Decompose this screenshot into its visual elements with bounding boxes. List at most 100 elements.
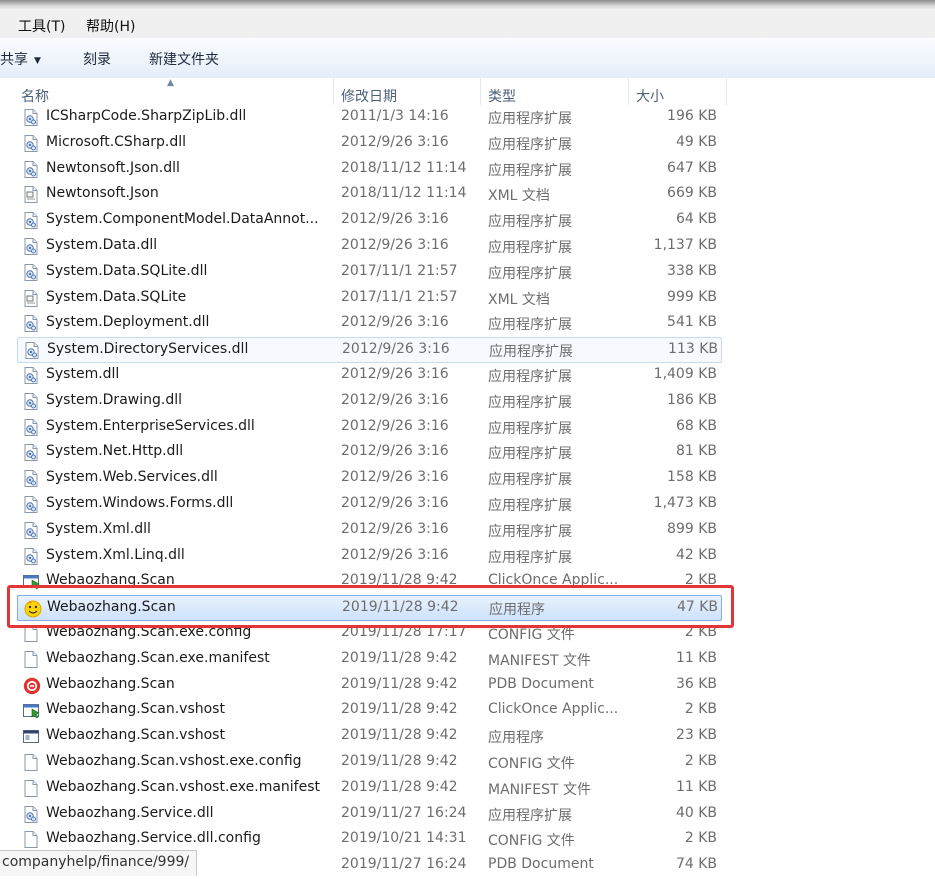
file-row[interactable]: System.Xml.Linq.dll 2012/9/26 3:16 应用程序扩展 4… xyxy=(17,544,722,570)
file-name: System.Data.dll xyxy=(46,237,158,253)
file-row[interactable]: Webaozhang.Service.dll 2019/11/27 16:24 应用… xyxy=(17,802,722,828)
dll-icon xyxy=(23,263,39,281)
dll-icon xyxy=(23,470,39,488)
file-size: 1,137 KB xyxy=(653,237,717,253)
file-icon xyxy=(23,831,39,849)
file-date: 2019/11/28 9:42 xyxy=(341,727,458,744)
column-size[interactable]: 大小 xyxy=(636,86,664,106)
file-date: 2012/9/26 3:16 xyxy=(341,417,449,434)
file-name: Newtonsoft.Json xyxy=(46,185,159,202)
share-button[interactable]: 共享 ▼ xyxy=(0,49,41,69)
file-row[interactable]: Webaozhang.Scan.vshost.exe.manifest 2019/… xyxy=(17,776,722,802)
file-size: 2 KB xyxy=(684,753,717,769)
file-name: System.Deployment.dll xyxy=(46,314,210,331)
file-row[interactable]: System.Data.SQLite 2017/11/1 21:57 XML 文档 9… xyxy=(17,286,722,312)
file-type: 应用程序扩展 xyxy=(488,498,572,514)
file-size: 1,473 KB xyxy=(653,495,717,511)
file-type: 应用程序扩展 xyxy=(488,549,572,566)
file-size: 49 KB xyxy=(675,133,717,150)
file-row[interactable]: System.Drawing.dll 2012/9/26 3:16 应用程序扩展 18… xyxy=(17,389,722,415)
file-name: System.Data.SQLite xyxy=(46,288,187,305)
file-row[interactable]: System.Xml.dll 2012/9/26 3:16 应用程序扩展 899 KB xyxy=(17,518,722,544)
file-row[interactable]: Webaozhang.Scan 2019/11/28 9:42 PDB Docume… xyxy=(17,673,722,699)
dll-icon xyxy=(23,160,39,178)
file-row[interactable]: Webaozhang.Scan.vshost 2019/11/28 9:42 应用程… xyxy=(17,724,722,750)
dll-icon xyxy=(23,134,39,152)
file-date: 2012/9/26 3:16 xyxy=(341,391,449,408)
file-row[interactable]: System.Data.dll 2012/9/26 3:16 应用程序扩展 1,137… xyxy=(17,234,722,260)
file-row[interactable]: System.dll 2012/9/26 3:16 应用程序扩展 1,409 KB xyxy=(17,363,722,389)
file-name: Webaozhang.Scan.vshost xyxy=(46,727,225,744)
share-label: 共享 xyxy=(0,52,28,68)
file-row[interactable]: Newtonsoft.Json.dll 2018/11/12 11:14 应用程序扩… xyxy=(17,157,722,183)
file-type: 应用程序扩展 xyxy=(488,420,572,437)
file-type: 应用程序扩展 xyxy=(488,265,572,282)
file-size: 541 KB xyxy=(667,314,717,331)
file-row[interactable]: ICSharpCode.SharpZipLib.dll 2011/1/3 14:1… xyxy=(17,105,722,131)
red-highlight-box xyxy=(7,585,734,628)
file-row[interactable]: System.Data.SQLite.dll 2017/11/1 21:57 应用程… xyxy=(17,260,722,286)
file-size: 74 KB xyxy=(675,856,717,873)
file-size: 196 KB xyxy=(667,108,717,124)
file-row[interactable]: System.EnterpriseServices.dll 2012/9/26 3… xyxy=(17,415,722,441)
file-type: XML 文档 xyxy=(488,291,550,308)
column-divider[interactable] xyxy=(333,78,334,105)
file-row[interactable]: System.Windows.Forms.dll 2012/9/26 3:16 应用… xyxy=(17,492,722,518)
dll-icon xyxy=(23,444,39,462)
column-type[interactable]: 类型 xyxy=(488,86,516,106)
file-date: 2019/11/28 9:42 xyxy=(341,701,458,718)
column-name[interactable]: 名称 xyxy=(21,86,49,106)
column-divider[interactable] xyxy=(726,78,727,105)
menu-tools[interactable]: 工具(T) xyxy=(18,16,65,36)
file-size: 158 KB xyxy=(667,469,717,486)
file-type: 应用程序扩展 xyxy=(489,344,573,361)
file-name: Microsoft.CSharp.dll xyxy=(46,133,187,150)
file-type: 应用程序扩展 xyxy=(488,523,572,540)
column-divider[interactable] xyxy=(628,78,629,105)
file-type: 应用程序扩展 xyxy=(488,394,572,411)
file-name: System.dll xyxy=(46,366,120,382)
menu-help[interactable]: 帮助(H) xyxy=(86,16,135,36)
file-row[interactable]: Newtonsoft.Json 2018/11/12 11:14 XML 文档 669… xyxy=(17,182,722,208)
file-type: 应用程序扩展 xyxy=(488,162,572,179)
new-folder-button[interactable]: 新建文件夹 xyxy=(149,49,219,69)
file-row[interactable]: Microsoft.CSharp.dll 2012/9/26 3:16 应用程序扩展… xyxy=(17,131,722,157)
file-name: System.EnterpriseServices.dll xyxy=(46,417,255,434)
file-date: 2019/11/27 16:24 xyxy=(341,804,467,821)
file-row[interactable]: System.Deployment.dll 2012/9/26 3:16 应用程序扩… xyxy=(17,311,722,337)
file-row[interactable]: System.ComponentModel.DataAnnot... 2012/9… xyxy=(17,208,722,234)
file-type: PDB Document xyxy=(488,675,594,692)
xml-icon xyxy=(23,186,39,204)
file-row[interactable]: System.Web.Services.dll 2012/9/26 3:16 应用程… xyxy=(17,466,722,492)
xml-icon xyxy=(23,289,39,307)
file-type: CONFIG 文件 xyxy=(488,756,575,772)
file-size: 11 KB xyxy=(675,649,717,666)
column-date[interactable]: 修改日期 xyxy=(341,86,397,106)
window-top-edge xyxy=(0,0,935,10)
dll-icon xyxy=(23,805,39,823)
file-name: System.Net.Http.dll xyxy=(46,443,184,460)
file-date: 2012/9/26 3:16 xyxy=(341,366,449,382)
file-size: 113 KB xyxy=(668,341,718,358)
file-name: Webaozhang.Scan.vshost.exe.config xyxy=(46,753,302,769)
command-bar: 共享 ▼ 刻录 新建文件夹 xyxy=(0,38,935,79)
file-row[interactable]: System.DirectoryServices.dll 2012/9/26 3:… xyxy=(17,337,722,364)
burn-button[interactable]: 刻录 xyxy=(83,49,111,69)
file-size: 186 KB xyxy=(667,391,717,408)
file-size: 68 KB xyxy=(675,417,717,434)
file-type: MANIFEST 文件 xyxy=(488,652,592,669)
file-row[interactable]: Webaozhang.Scan.exe.manifest 2019/11/28 9… xyxy=(17,647,722,673)
file-type: PDB Document xyxy=(488,856,594,873)
dll-icon xyxy=(23,109,39,126)
file-row[interactable]: System.Net.Http.dll 2012/9/26 3:16 应用程序扩展 8… xyxy=(17,440,722,466)
file-name: Webaozhang.Service.dll xyxy=(46,804,214,821)
file-size: 11 KB xyxy=(675,778,717,795)
file-name: Newtonsoft.Json.dll xyxy=(46,159,180,176)
app-window-icon xyxy=(23,728,39,745)
file-type: 应用程序扩展 xyxy=(488,807,572,824)
file-type: XML 文档 xyxy=(488,188,550,205)
column-divider[interactable] xyxy=(480,78,481,105)
file-row[interactable]: Webaozhang.Scan.vshost 2019/11/28 9:42 Cli… xyxy=(17,698,722,724)
file-row[interactable]: Webaozhang.Scan.vshost.exe.config 2019/11… xyxy=(17,750,722,776)
file-date: 2019/11/28 9:42 xyxy=(341,778,458,795)
